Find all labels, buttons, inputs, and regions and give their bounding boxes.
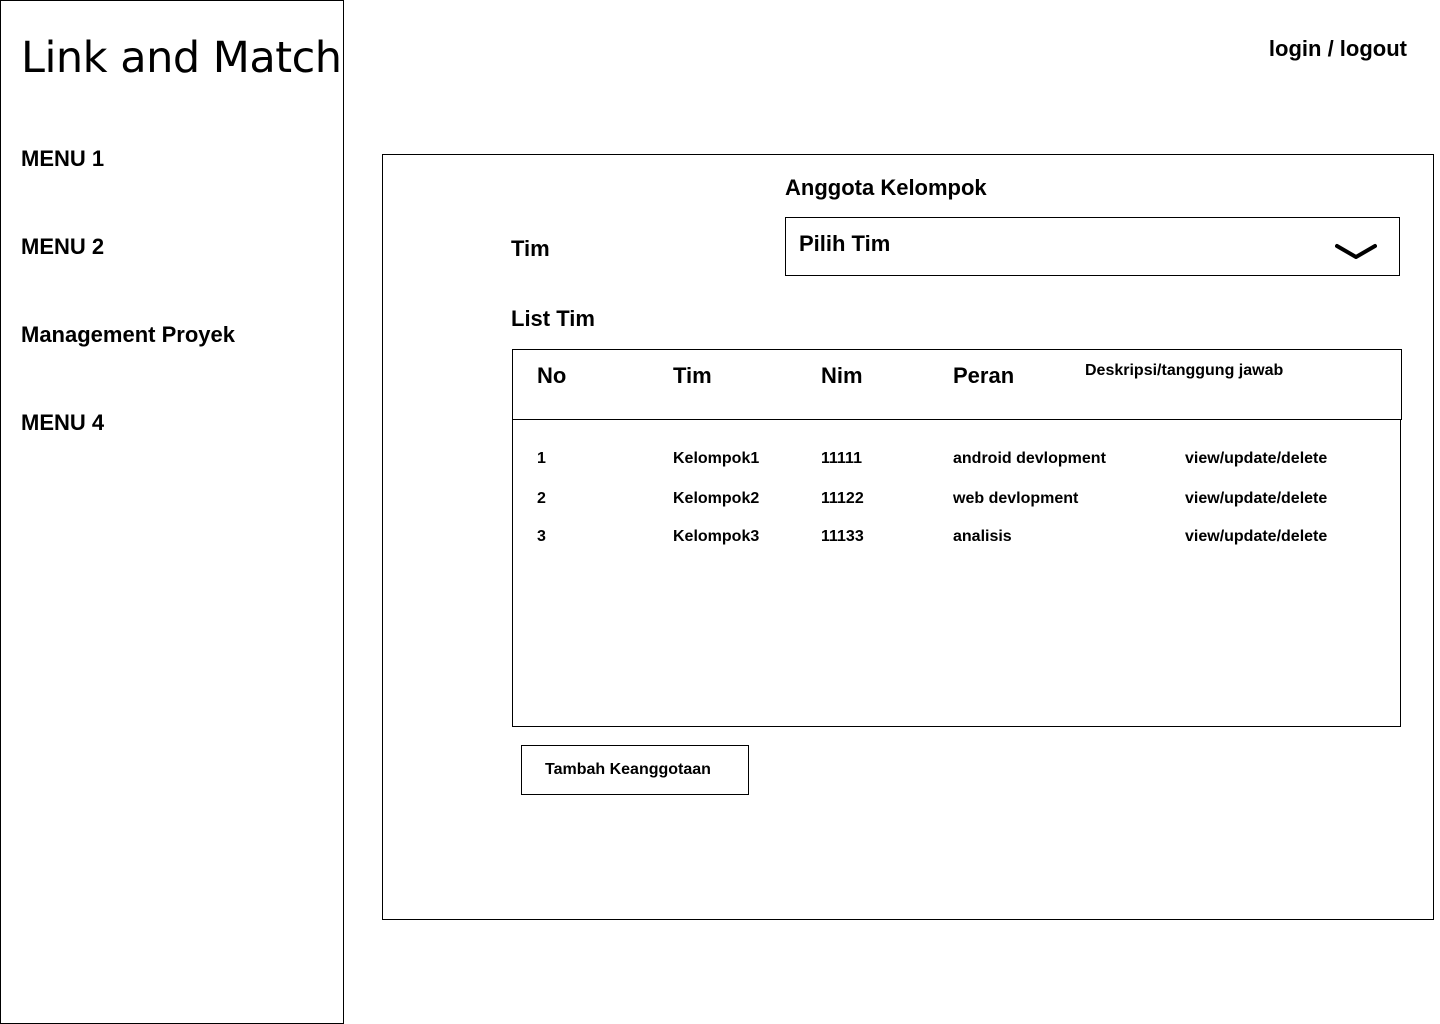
sidebar-item-menu-1[interactable]: MENU 1	[21, 146, 104, 172]
team-select-value: Pilih Tim	[799, 231, 891, 256]
column-header-tim: Tim	[673, 363, 712, 388]
page-title: Anggota Kelompok	[785, 175, 987, 200]
row-actions-link[interactable]: view/update/delete	[1185, 528, 1327, 546]
team-label: Tim	[511, 236, 550, 261]
row-actions-link[interactable]: view/update/delete	[1185, 490, 1327, 508]
cell-peran: web devlopment	[953, 490, 1079, 507]
login-logout-link[interactable]: login / logout	[1269, 36, 1407, 62]
cell-nim: 11122	[821, 490, 864, 507]
cell-no: 1	[537, 450, 546, 467]
sidebar-item-management-proyek[interactable]: Management Proyek	[21, 322, 235, 348]
list-label: List Tim	[511, 306, 595, 331]
table-row: 3 Kelompok3 11133 analisis view/update/d…	[513, 528, 1400, 552]
cell-tim: Kelompok1	[673, 450, 760, 467]
cell-peran: android devlopment	[953, 450, 1106, 467]
table-body: 1 Kelompok1 11111 android devlopment vie…	[512, 420, 1401, 727]
main-panel: Anggota Kelompok Tim Pilih Tim List Tim …	[382, 154, 1434, 920]
table-header: No Tim Nim Peran Deskripsi/tanggung jawa…	[512, 349, 1402, 420]
column-header-deskripsi: Deskripsi/tanggung jawab	[1085, 362, 1284, 379]
brand-title: Link and Match	[21, 33, 342, 83]
cell-no: 3	[537, 528, 546, 545]
cell-peran: analisis	[953, 528, 1012, 545]
cell-tim: Kelompok2	[673, 490, 760, 507]
team-select[interactable]: Pilih Tim	[785, 217, 1400, 276]
cell-nim: 11111	[821, 450, 862, 467]
sidebar: Link and Match MENU 1 MENU 2 Management …	[0, 0, 344, 1024]
column-header-nim: Nim	[821, 363, 863, 388]
add-membership-button[interactable]: Tambah Keanggotaan	[521, 745, 749, 795]
cell-nim: 11133	[821, 528, 864, 545]
column-header-peran: Peran	[953, 363, 1015, 388]
sidebar-item-menu-4[interactable]: MENU 4	[21, 410, 104, 436]
row-actions-link[interactable]: view/update/delete	[1185, 450, 1327, 468]
cell-tim: Kelompok3	[673, 528, 760, 545]
column-header-no: No	[537, 363, 567, 388]
chevron-down-icon	[1335, 244, 1377, 259]
table-row: 1 Kelompok1 11111 android devlopment vie…	[513, 450, 1400, 474]
cell-no: 2	[537, 490, 546, 507]
table-row: 2 Kelompok2 11122 web devlopment view/up…	[513, 490, 1400, 514]
sidebar-item-menu-2[interactable]: MENU 2	[21, 234, 104, 260]
